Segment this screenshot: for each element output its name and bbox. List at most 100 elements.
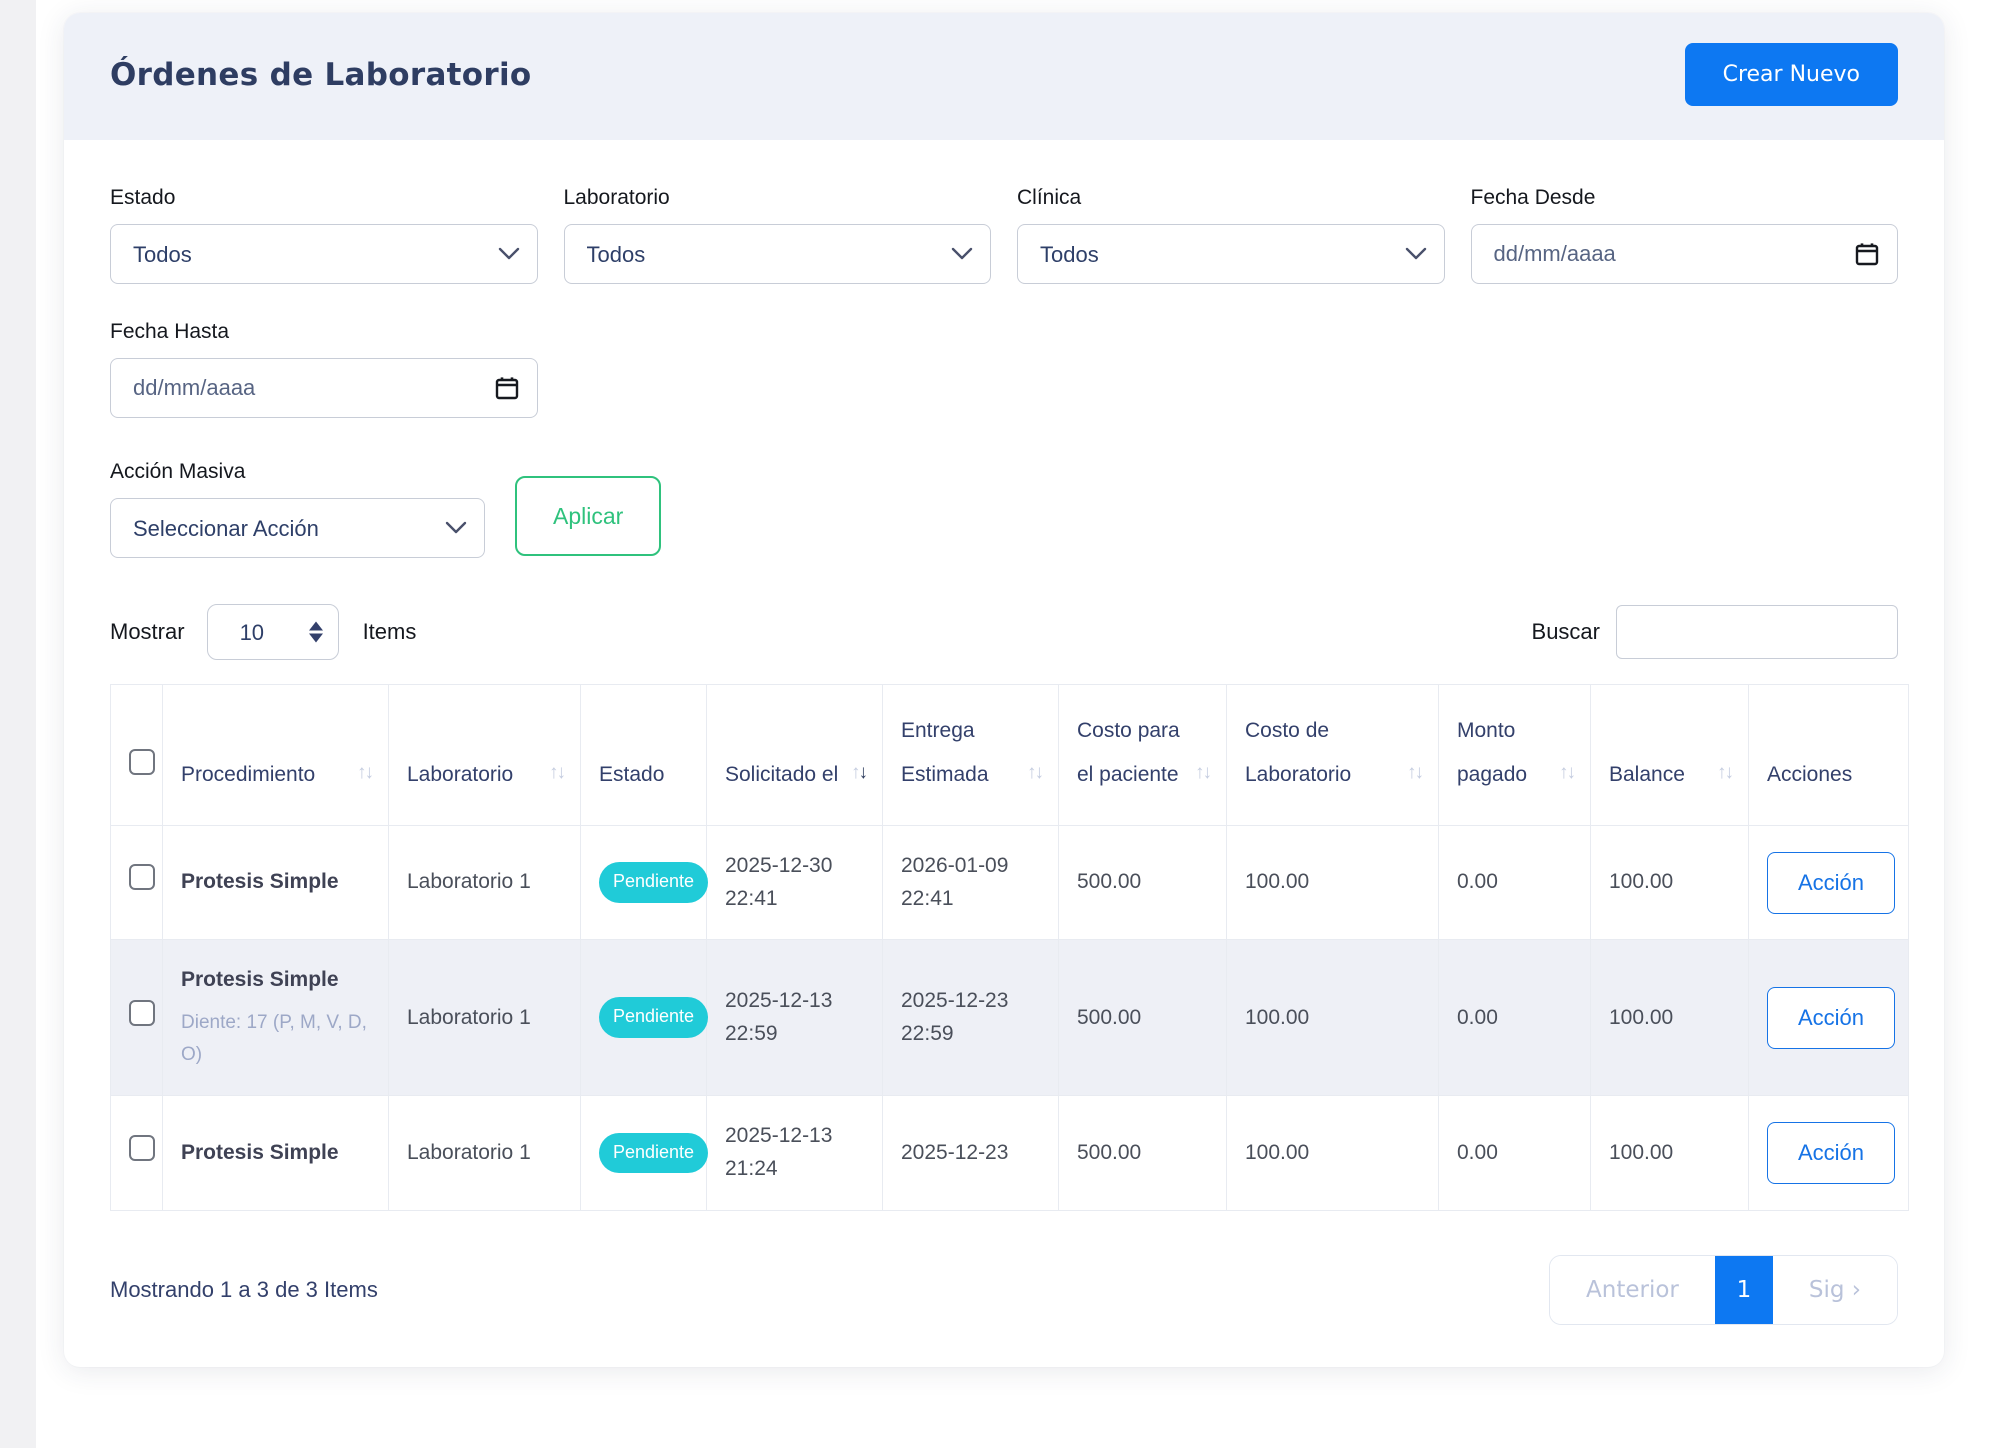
table-footer: Mostrando 1 a 3 de 3 Items Anterior 1 Si… (110, 1254, 1898, 1325)
lab-cost-cell: 100.00 (1226, 825, 1439, 941)
sort-icon[interactable]: ↑↓ (549, 753, 566, 797)
sort-icon[interactable]: ↑↓ (1027, 753, 1044, 797)
status-badge: Pendiente (599, 1132, 709, 1174)
bulk-action-row: Acción Masiva Seleccionar Acción Aplicar (110, 460, 1898, 558)
create-new-button[interactable]: Crear Nuevo (1684, 43, 1898, 106)
column-label: Costo de Laboratorio (1245, 719, 1352, 787)
column-label: Balance (1609, 763, 1685, 787)
show-label: Mostrar (110, 619, 185, 644)
column-header-estado: Estado (580, 683, 707, 827)
sort-icon[interactable]: ↑↓ (357, 753, 374, 797)
filter-laboratorio: Laboratorio Todos (563, 186, 991, 284)
column-header-balance[interactable]: Balance ↑↓ (1590, 683, 1749, 827)
items-label: Items (362, 619, 417, 644)
requested-date-cell: 2025-12-13 21:24 (706, 1095, 883, 1211)
status-cell: Pendiente (580, 1095, 709, 1211)
list-controls: Mostrar 10 Items Buscar (110, 604, 1898, 660)
actions-cell: Acción (1748, 939, 1909, 1097)
search-input[interactable] (1616, 605, 1898, 659)
sort-icon[interactable]: ↑↓ (1717, 753, 1734, 797)
balance-cell: 100.00 (1590, 1095, 1749, 1211)
estimated-delivery-cell: 2026-01-09 22:41 (882, 825, 1059, 941)
column-header-monto-pagado[interactable]: Monto pagado ↑↓ (1438, 683, 1591, 827)
pagination-previous[interactable]: Anterior (1550, 1255, 1715, 1324)
row-action-button[interactable]: Acción (1767, 851, 1896, 914)
page-left-gutter (0, 0, 36, 1448)
procedure-cell: Protesis Simple (162, 1095, 389, 1211)
procedure-name: Protesis Simple (181, 1140, 339, 1164)
estimated-delivery-cell: 2025-12-23 (882, 1095, 1059, 1211)
fecha-desde-input[interactable] (1470, 224, 1898, 284)
column-label: Costo para el paciente (1077, 719, 1180, 787)
table-header-row: Procedimiento ↑↓ Laboratorio ↑↓ Estado Solici… (110, 683, 1909, 827)
filter-fecha-desde: Fecha Desde (1470, 186, 1898, 284)
clinica-label: Clínica (1017, 186, 1082, 209)
estimated-delivery-cell: 2025-12-23 22:59 (882, 939, 1059, 1097)
status-badge: Pendiente (599, 862, 709, 904)
status-cell: Pendiente (580, 825, 709, 941)
column-label: Solicitado el (725, 763, 839, 787)
table-row: Protesis Simple Laboratorio 1 Pendiente 202… (110, 825, 1909, 941)
row-checkbox[interactable] (129, 999, 155, 1026)
card-body: Estado Todos Laboratorio Todos Clínica T… (64, 140, 1944, 1367)
sort-icon[interactable]: ↑↓ (1559, 753, 1576, 797)
pagination: Anterior 1 Sig › (1549, 1254, 1898, 1325)
actions-cell: Acción (1748, 1095, 1909, 1211)
amount-paid-cell: 0.00 (1438, 1095, 1591, 1211)
page-title: Órdenes de Laboratorio (110, 56, 532, 93)
row-checkbox[interactable] (129, 1134, 155, 1161)
pagination-next[interactable]: Sig › (1772, 1255, 1897, 1324)
requested-date-cell: 2025-12-30 22:41 (706, 825, 883, 941)
column-header-laboratorio[interactable]: Laboratorio ↑↓ (388, 683, 581, 827)
column-header-costo-de-laboratorio[interactable]: Costo de Laboratorio ↑↓ (1226, 683, 1439, 827)
laboratorio-select[interactable]: Todos (563, 224, 991, 284)
bulk-action-select[interactable]: Seleccionar Acción (110, 498, 485, 558)
sort-icon[interactable]: ↑↓ (851, 753, 868, 797)
bulk-action-field: Acción Masiva Seleccionar Acción (110, 460, 485, 558)
results-summary: Mostrando 1 a 3 de 3 Items (110, 1276, 378, 1302)
filter-fecha-hasta: Fecha Hasta (110, 320, 538, 418)
row-checkbox[interactable] (129, 864, 155, 891)
balance-cell: 100.00 (1590, 825, 1749, 941)
column-header-costo-para-el-paciente[interactable]: Costo para el paciente ↑↓ (1058, 683, 1227, 827)
column-label: Procedimiento (181, 763, 316, 787)
status-badge: Pendiente (599, 997, 709, 1039)
row-action-button[interactable]: Acción (1767, 986, 1896, 1049)
amount-paid-cell: 0.00 (1438, 939, 1591, 1097)
page-size-select[interactable]: 10 (206, 604, 339, 660)
lab-cost-cell: 100.00 (1226, 939, 1439, 1097)
status-cell: Pendiente (580, 939, 709, 1097)
patient-cost-cell: 500.00 (1058, 825, 1227, 941)
search-label: Buscar (1531, 619, 1600, 644)
column-label: Monto pagado (1457, 719, 1528, 787)
column-label: Entrega Estimada (901, 719, 989, 787)
bulk-action-label: Acción Masiva (110, 460, 246, 483)
lab-cost-cell: 100.00 (1226, 1095, 1439, 1211)
column-label: Estado (599, 763, 665, 787)
pagination-page-1[interactable]: 1 (1714, 1255, 1773, 1324)
filter-estado: Estado Todos (110, 186, 538, 284)
select-all-checkbox[interactable] (129, 749, 155, 776)
row-action-button[interactable]: Acción (1767, 1121, 1896, 1184)
table-row: Protesis Simple Laboratorio 1 Pendiente 202… (110, 1095, 1909, 1211)
apply-button[interactable]: Aplicar (515, 476, 662, 556)
calendar-icon[interactable] (1854, 241, 1880, 267)
filter-clinica: Clínica Todos (1017, 186, 1445, 284)
estado-select[interactable]: Todos (110, 224, 538, 284)
laboratorio-label: Laboratorio (563, 186, 670, 209)
column-header-acciones: Acciones (1748, 683, 1909, 827)
column-header-procedimiento[interactable]: Procedimiento ↑↓ (162, 683, 389, 827)
column-label: Laboratorio (407, 763, 514, 787)
clinica-select[interactable]: Todos (1017, 224, 1445, 284)
column-header-solicitado-el[interactable]: Solicitado el ↑↓ (706, 683, 883, 827)
amount-paid-cell: 0.00 (1438, 825, 1591, 941)
fecha-hasta-input[interactable] (110, 358, 538, 418)
sort-icon[interactable]: ↑↓ (1195, 753, 1212, 797)
patient-cost-cell: 500.00 (1058, 939, 1227, 1097)
column-header-entrega-estimada[interactable]: Entrega Estimada ↑↓ (882, 683, 1059, 827)
calendar-icon[interactable] (494, 375, 520, 401)
estado-label: Estado (110, 186, 176, 209)
actions-cell: Acción (1748, 825, 1909, 941)
procedure-cell: Protesis Simple Diente: 17 (P, M, V, D, O… (162, 939, 389, 1097)
sort-icon[interactable]: ↑↓ (1407, 753, 1424, 797)
